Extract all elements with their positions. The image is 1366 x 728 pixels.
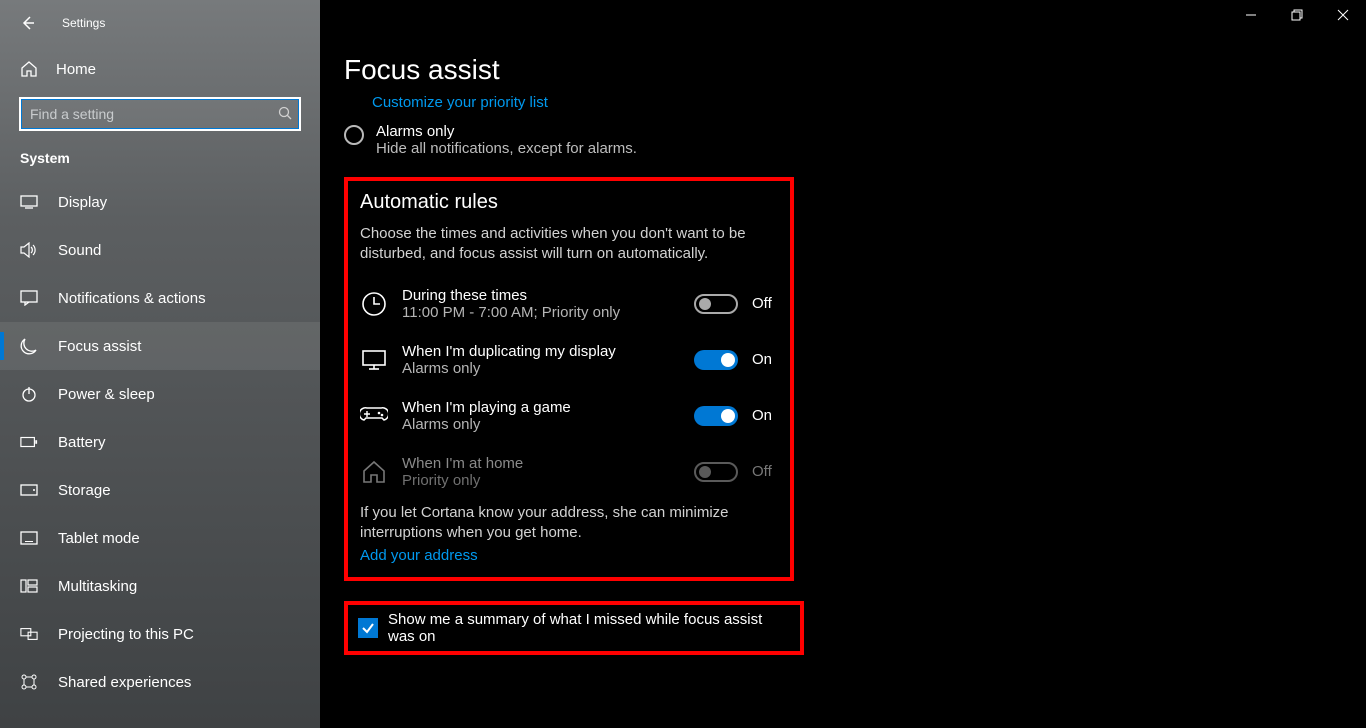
sidebar-item-projecting[interactable]: Projecting to this PC xyxy=(0,610,320,658)
rule-title: When I'm duplicating my display xyxy=(402,343,680,360)
sidebar-item-label: Sound xyxy=(58,242,101,259)
rule-title: During these times xyxy=(402,287,680,304)
sidebar-item-label: Shared experiences xyxy=(58,674,191,691)
storage-icon xyxy=(20,481,38,499)
radio-title: Alarms only xyxy=(376,123,637,140)
radio-alarms-only[interactable]: Alarms only Hide all notifications, exce… xyxy=(344,123,1116,157)
power-icon xyxy=(20,385,38,403)
rule-at-home: When I'm at home Priority only Off xyxy=(360,455,778,489)
display-icon xyxy=(20,193,38,211)
cortana-note: If you let Cortana know your address, sh… xyxy=(360,503,778,544)
rule-duplicating-display[interactable]: When I'm duplicating my display Alarms o… xyxy=(360,343,778,377)
rule-state: Off xyxy=(752,295,778,312)
back-button[interactable] xyxy=(18,13,38,33)
rule-toggle[interactable] xyxy=(694,406,738,426)
rule-title: When I'm at home xyxy=(402,455,680,472)
home-nav[interactable]: Home xyxy=(0,46,320,92)
rule-subtitle: Priority only xyxy=(402,472,680,489)
rule-subtitle: 11:00 PM - 7:00 AM; Priority only xyxy=(402,304,680,321)
clock-icon xyxy=(360,290,388,318)
projecting-icon xyxy=(20,625,38,643)
tablet-icon xyxy=(20,529,38,547)
rule-toggle[interactable] xyxy=(694,350,738,370)
sidebar-section-header: System xyxy=(0,130,320,172)
sidebar-item-label: Notifications & actions xyxy=(58,290,206,307)
sidebar-item-label: Focus assist xyxy=(58,338,141,355)
sidebar: Settings Home System Display Sound Notif… xyxy=(0,0,320,728)
home-icon xyxy=(20,60,38,78)
sidebar-item-label: Power & sleep xyxy=(58,386,155,403)
rules-desc: Choose the times and activities when you… xyxy=(360,224,778,265)
shared-icon xyxy=(20,673,38,691)
sidebar-item-label: Tablet mode xyxy=(58,530,140,547)
rule-state: On xyxy=(752,351,778,368)
sidebar-item-label: Display xyxy=(58,194,107,211)
sidebar-item-power[interactable]: Power & sleep xyxy=(0,370,320,418)
notifications-icon xyxy=(20,289,38,307)
sidebar-item-storage[interactable]: Storage xyxy=(0,466,320,514)
sidebar-item-display[interactable]: Display xyxy=(0,178,320,226)
close-button[interactable] xyxy=(1320,0,1366,30)
search-input[interactable] xyxy=(20,98,300,130)
maximize-button[interactable] xyxy=(1274,0,1320,30)
customize-priority-link[interactable]: Customize your priority list xyxy=(372,94,1116,111)
sidebar-item-shared[interactable]: Shared experiences xyxy=(0,658,320,706)
multitasking-icon xyxy=(20,577,38,595)
sidebar-item-focus-assist[interactable]: Focus assist xyxy=(0,322,320,370)
summary-checkbox-row[interactable]: Show me a summary of what I missed while… xyxy=(344,601,804,655)
radio-icon xyxy=(344,125,364,145)
window-title: Settings xyxy=(62,16,105,30)
close-icon xyxy=(1337,9,1349,21)
automatic-rules-section: Automatic rules Choose the times and act… xyxy=(344,177,794,581)
sidebar-item-notifications[interactable]: Notifications & actions xyxy=(0,274,320,322)
rules-heading: Automatic rules xyxy=(360,191,778,214)
rule-state: Off xyxy=(752,463,778,480)
gamepad-icon xyxy=(360,402,388,430)
sidebar-item-battery[interactable]: Battery xyxy=(0,418,320,466)
minimize-button[interactable] xyxy=(1228,0,1274,30)
sidebar-item-tablet[interactable]: Tablet mode xyxy=(0,514,320,562)
rule-during-times[interactable]: During these times 11:00 PM - 7:00 AM; P… xyxy=(360,287,778,321)
battery-icon xyxy=(20,433,38,451)
search-box[interactable] xyxy=(20,98,300,130)
home-icon xyxy=(360,458,388,486)
summary-checkbox-label: Show me a summary of what I missed while… xyxy=(388,611,790,645)
sound-icon xyxy=(20,241,38,259)
check-icon xyxy=(361,621,375,635)
add-address-link[interactable]: Add your address xyxy=(360,547,478,564)
arrow-left-icon xyxy=(20,15,36,31)
home-label: Home xyxy=(56,61,96,78)
rule-toggle xyxy=(694,462,738,482)
sidebar-item-label: Multitasking xyxy=(58,578,137,595)
sidebar-item-multitasking[interactable]: Multitasking xyxy=(0,562,320,610)
sidebar-item-label: Projecting to this PC xyxy=(58,626,194,643)
rule-subtitle: Alarms only xyxy=(402,360,680,377)
summary-checkbox[interactable] xyxy=(358,618,378,638)
radio-desc: Hide all notifications, except for alarm… xyxy=(376,140,637,157)
sidebar-item-sound[interactable]: Sound xyxy=(0,226,320,274)
focus-assist-icon xyxy=(20,337,38,355)
sidebar-item-label: Battery xyxy=(58,434,106,451)
rule-subtitle: Alarms only xyxy=(402,416,680,433)
page-title: Focus assist xyxy=(320,0,1366,86)
monitor-icon xyxy=(360,346,388,374)
sidebar-item-label: Storage xyxy=(58,482,111,499)
minimize-icon xyxy=(1245,9,1257,21)
rule-toggle[interactable] xyxy=(694,294,738,314)
maximize-icon xyxy=(1291,9,1303,21)
rule-state: On xyxy=(752,407,778,424)
rule-title: When I'm playing a game xyxy=(402,399,680,416)
main-content: Focus assist Customize your priority lis… xyxy=(320,0,1366,728)
rule-playing-game[interactable]: When I'm playing a game Alarms only On xyxy=(360,399,778,433)
